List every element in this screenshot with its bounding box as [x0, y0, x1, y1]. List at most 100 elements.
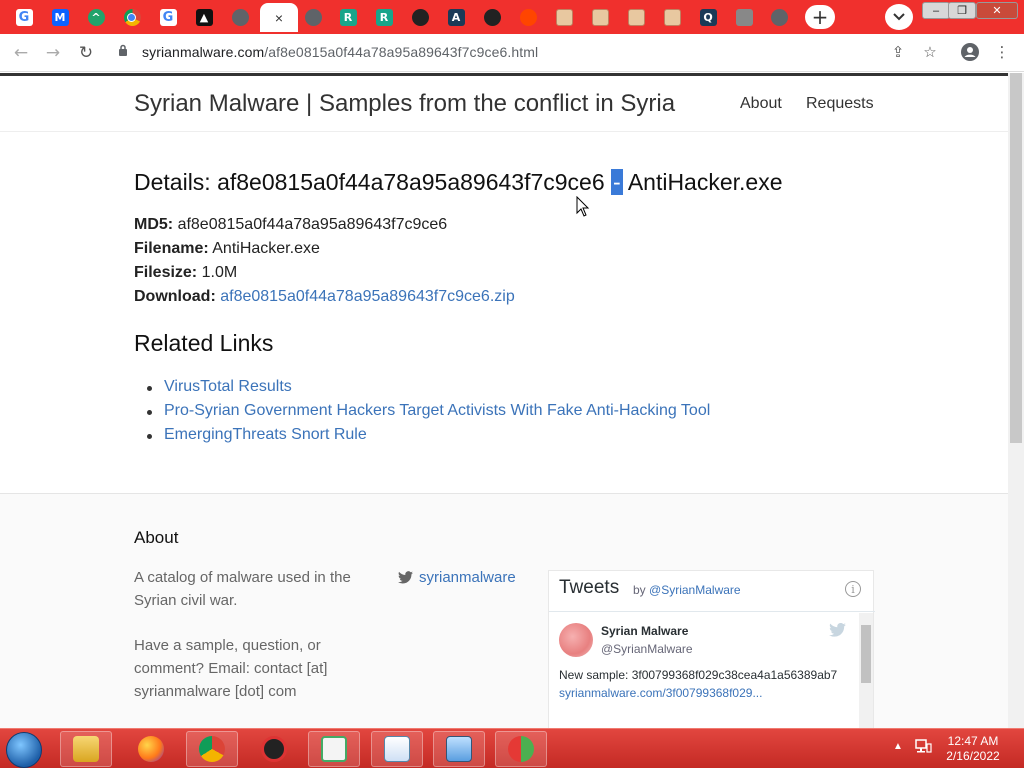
download-link[interactable]: af8e0815a0f44a78a95a89643f7c9ce6.zip — [220, 288, 515, 305]
tab-active[interactable]: × — [260, 3, 298, 32]
tweets-by-handle[interactable]: @SyrianMalware — [649, 583, 741, 597]
bookmark-button[interactable]: ☆ — [920, 42, 940, 62]
site-title[interactable]: Syrian Malware | Samples from the confli… — [134, 90, 675, 118]
footer-contact-text: Have a sample, question, or comment? Ema… — [134, 637, 328, 700]
tab-green-app[interactable]: ^ — [79, 3, 113, 32]
taskbar-network-app[interactable] — [495, 731, 547, 767]
list-item: VirusTotal Results — [146, 378, 710, 402]
twitter-bird-icon[interactable] — [829, 623, 846, 637]
taskbar-chrome[interactable] — [186, 731, 238, 767]
firefox-icon — [138, 736, 164, 762]
url-path: /af8e0815a0f44a78a95a89643f7c9ce6.html — [264, 44, 539, 60]
reddit-icon — [519, 9, 537, 26]
top-border — [0, 73, 1008, 76]
taskbar-explorer[interactable] — [60, 731, 112, 767]
browser-menu-button[interactable]: ⋮ — [992, 42, 1012, 62]
snort-rule-link[interactable]: EmergingThreats Snort Rule — [164, 426, 367, 443]
forward-button[interactable]: → — [42, 42, 64, 64]
avatar[interactable] — [559, 623, 593, 657]
red-app-icon — [261, 736, 287, 762]
share-icon: ⇪ — [891, 43, 905, 61]
tab-thumb-2[interactable] — [583, 3, 617, 32]
taskbar-firefox[interactable] — [125, 731, 177, 767]
restore-button[interactable]: ❐ — [948, 2, 976, 19]
tab-github-2[interactable] — [475, 3, 509, 32]
back-button[interactable]: ← — [10, 42, 32, 64]
globe-icon — [304, 9, 322, 26]
chrome-icon — [123, 9, 141, 26]
minimize-icon: – — [932, 4, 940, 17]
details-heading-filename: AntiHacker.exe — [627, 169, 783, 195]
nav-about[interactable]: About — [740, 95, 782, 113]
tweet-author-handle[interactable]: @SyrianMalware — [601, 642, 693, 656]
clock-time: 12:47 AM — [947, 734, 999, 748]
close-window-button[interactable]: ✕ — [976, 2, 1018, 19]
tab-thumb-1[interactable] — [547, 3, 581, 32]
vercel-icon: ▲ — [195, 9, 213, 26]
tab-malwarebytes[interactable]: M — [43, 3, 77, 32]
tweets-divider — [549, 611, 875, 612]
malwarebytes-icon: M — [51, 9, 69, 26]
tab-thumb-4[interactable] — [655, 3, 689, 32]
tweet-author-name[interactable]: Syrian Malware — [601, 624, 688, 638]
folder-icon — [73, 736, 99, 762]
taskbar-notepad[interactable] — [308, 731, 360, 767]
tab-google-2[interactable]: G — [151, 3, 185, 32]
virustotal-link[interactable]: VirusTotal Results — [164, 378, 292, 395]
arch-icon: A — [447, 9, 465, 26]
tab-globe[interactable] — [223, 3, 257, 32]
arrow-right-icon: → — [45, 43, 61, 63]
taskbar-control-panel[interactable] — [433, 731, 485, 767]
tab-search-button[interactable] — [885, 4, 913, 30]
tab-q-app[interactable]: Q — [691, 3, 725, 32]
new-tab-button[interactable]: + — [805, 5, 835, 29]
tab-globe-3[interactable] — [762, 3, 796, 32]
share-button[interactable]: ⇪ — [888, 42, 908, 62]
chrome-icon — [199, 736, 225, 762]
tab-chrome[interactable] — [115, 3, 149, 32]
page-viewport: Syrian Malware | Samples from the confli… — [0, 73, 1008, 728]
lock-icon[interactable] — [118, 44, 128, 56]
tab-globe-2[interactable] — [296, 3, 330, 32]
tweet-body: New sample: 3f00799368f029c38cea4a1a5638… — [559, 668, 838, 682]
restore-icon: ❐ — [957, 5, 967, 17]
tweet-link[interactable]: syrianmalware.com/3f00799368f029... — [559, 686, 762, 700]
address-bar[interactable]: syrianmalware.com/af8e0815a0f44a78a95a89… — [142, 44, 538, 60]
system-clock[interactable]: 12:47 AM 2/16/2022 — [938, 734, 1008, 764]
article-link[interactable]: Pro-Syrian Government Hackers Target Act… — [164, 402, 710, 419]
tab-thumb-3[interactable] — [619, 3, 653, 32]
show-hidden-icons-button[interactable]: ▲ — [893, 741, 903, 752]
page-scrollbar-thumb[interactable] — [1010, 73, 1022, 443]
related-links-list: VirusTotal Results Pro-Syrian Government… — [146, 378, 710, 450]
taskbar-wordpad[interactable] — [371, 731, 423, 767]
tab-arch[interactable]: A — [439, 3, 473, 32]
profile-button[interactable] — [960, 42, 980, 62]
close-tab-icon[interactable]: × — [275, 10, 283, 26]
header-divider — [0, 131, 1008, 132]
tab-replit[interactable]: R — [331, 3, 365, 32]
nav-requests[interactable]: Requests — [806, 95, 874, 113]
network-icon[interactable] — [914, 738, 932, 754]
taskbar-red-app[interactable] — [248, 731, 300, 767]
page-scrollbar[interactable] — [1008, 73, 1024, 728]
green-app-icon: ^ — [87, 9, 105, 26]
details-heading-separator: - — [611, 169, 623, 195]
info-icon[interactable]: i — [845, 581, 861, 597]
tab-vercel[interactable]: ▲ — [187, 3, 221, 32]
minimize-button[interactable]: – — [922, 2, 950, 19]
start-button[interactable] — [6, 732, 42, 768]
reload-button[interactable]: ↻ — [75, 42, 97, 64]
tweets-scrollbar[interactable] — [859, 613, 873, 728]
md5-label: MD5: — [134, 216, 174, 233]
tab-reddit[interactable] — [511, 3, 545, 32]
tab-google[interactable]: G — [7, 3, 41, 32]
google-icon: G — [15, 9, 33, 26]
globe-icon — [770, 9, 788, 26]
twitter-link[interactable]: syrianmalware — [398, 569, 516, 586]
github-icon — [483, 9, 501, 26]
url-host: syrianmalware.com — [142, 44, 265, 60]
tweets-scrollbar-thumb[interactable] — [861, 625, 871, 683]
tab-github[interactable] — [403, 3, 437, 32]
tab-dots-app[interactable] — [727, 3, 761, 32]
tab-replit-2[interactable]: R — [367, 3, 401, 32]
